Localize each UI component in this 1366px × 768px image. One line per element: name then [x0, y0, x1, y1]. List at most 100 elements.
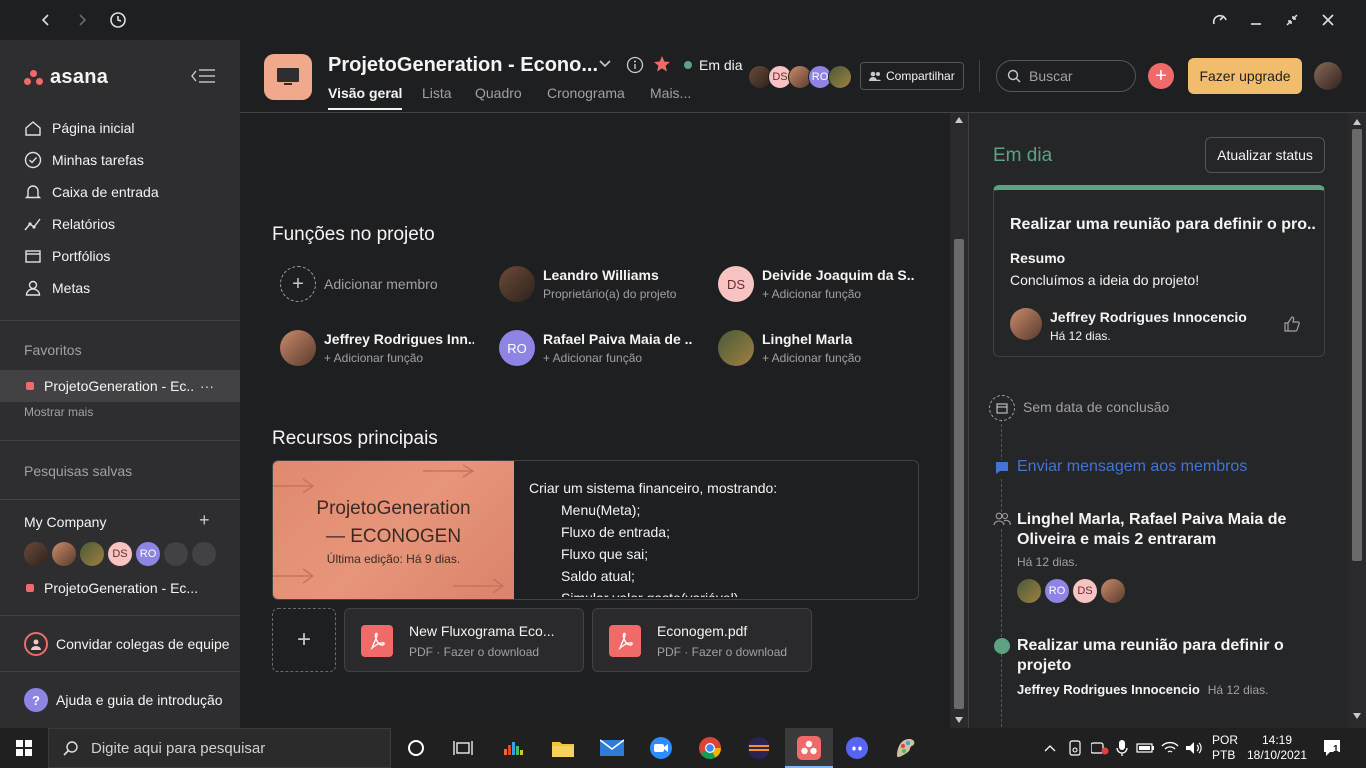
- back-arrow-icon[interactable]: [34, 8, 58, 32]
- member-item[interactable]: DS Deivide Joaquim da S... + Adicionar fu…: [718, 266, 914, 302]
- audio-app-icon[interactable]: [502, 736, 526, 760]
- avatar: [718, 330, 754, 366]
- calendar-icon[interactable]: [989, 395, 1015, 421]
- team-add-icon[interactable]: +: [199, 510, 210, 531]
- message-members-link[interactable]: Enviar mensagem aos membros: [1017, 458, 1247, 476]
- file-explorer-icon[interactable]: [551, 736, 575, 760]
- restore-icon[interactable]: [1280, 8, 1304, 32]
- milestone-author: Jeffrey Rodrigues Innocencio: [1017, 682, 1200, 697]
- nav-goals[interactable]: Metas: [24, 276, 90, 300]
- brand-name: asana: [50, 66, 109, 88]
- scroll-thumb[interactable]: [1352, 129, 1362, 561]
- chevron-down-icon[interactable]: [598, 57, 612, 74]
- tab-timeline[interactable]: Cronograma: [547, 85, 625, 101]
- team-project-item[interactable]: ProjetoGeneration - Ec...: [26, 580, 198, 596]
- keyboard-layout: PTB: [1212, 748, 1236, 762]
- add-resource-button[interactable]: +: [272, 608, 336, 672]
- share-label: Compartilhar: [886, 69, 955, 83]
- title-bar: [0, 0, 1366, 40]
- eclipse-icon[interactable]: [747, 736, 771, 760]
- update-status-button[interactable]: Atualizar status: [1205, 137, 1325, 173]
- show-more-link[interactable]: Mostrar mais: [24, 405, 93, 419]
- main-scrollbar[interactable]: [950, 113, 968, 728]
- scroll-up-arrow[interactable]: [1353, 119, 1361, 125]
- info-icon[interactable]: [626, 56, 644, 77]
- quick-add-button[interactable]: +: [1148, 63, 1174, 89]
- nav-my-tasks[interactable]: Minhas tarefas: [24, 148, 144, 172]
- history-clock-icon[interactable]: [106, 8, 130, 32]
- favorites-label[interactable]: Favoritos: [24, 342, 82, 358]
- zoom-icon[interactable]: [649, 736, 673, 760]
- due-date-label[interactable]: Sem data de conclusão: [1023, 399, 1169, 415]
- project-members[interactable]: DS RO: [748, 65, 852, 89]
- close-icon[interactable]: [1316, 8, 1340, 32]
- scroll-down-arrow[interactable]: [955, 717, 963, 723]
- panel-scrollbar[interactable]: [1348, 113, 1366, 728]
- battery-icon[interactable]: [1136, 736, 1156, 760]
- project-title[interactable]: ProjetoGeneration - Econo...: [328, 54, 598, 77]
- add-member-button[interactable]: + Adicionar membro: [280, 266, 438, 302]
- nav-reports[interactable]: Relatórios: [24, 212, 115, 236]
- scroll-up-arrow[interactable]: [955, 117, 963, 123]
- taskbar-search-input[interactable]: Digite aqui para pesquisar: [48, 728, 391, 768]
- tab-overview[interactable]: Visão geral: [328, 85, 403, 110]
- member-item[interactable]: Jeffrey Rodrigues Inn... + Adicionar funç…: [280, 330, 474, 366]
- member-item[interactable]: Leandro Williams Proprietário(a) do proje…: [499, 266, 703, 302]
- wifi-icon[interactable]: [1160, 736, 1180, 760]
- favorite-project-item[interactable]: ProjetoGeneration - Ec... ···: [0, 370, 240, 402]
- notifications-icon[interactable]: 1: [1322, 738, 1342, 761]
- scroll-down-arrow[interactable]: [1353, 713, 1361, 719]
- file-meta: PDF · Fazer o download: [409, 645, 540, 659]
- member-name: Leandro Williams: [543, 267, 659, 283]
- more-options-icon[interactable]: ···: [200, 378, 214, 394]
- forward-arrow-icon[interactable]: [70, 8, 94, 32]
- paint-icon[interactable]: [894, 736, 918, 760]
- member-item[interactable]: RO Rafael Paiva Maia de ... + Adicionar f…: [499, 330, 693, 366]
- saved-searches-label[interactable]: Pesquisas salvas: [24, 463, 132, 479]
- device-icon[interactable]: [1066, 736, 1084, 760]
- chrome-icon[interactable]: [698, 736, 722, 760]
- invite-button[interactable]: Convidar colegas de equipe: [24, 632, 230, 656]
- task-view-icon[interactable]: [451, 736, 475, 760]
- project-icon[interactable]: [264, 54, 312, 100]
- star-icon[interactable]: [653, 55, 671, 76]
- assistant-icon[interactable]: [1208, 8, 1232, 32]
- asana-logo[interactable]: asana: [24, 66, 108, 89]
- bell-icon: [24, 183, 42, 201]
- tab-board[interactable]: Quadro: [475, 85, 522, 101]
- member-item[interactable]: Linghel Marla + Adicionar função: [718, 330, 912, 366]
- tab-more[interactable]: Mais...: [650, 85, 691, 101]
- file-attachment[interactable]: Econogem.pdf PDF · Fazer o download: [592, 608, 812, 672]
- project-brief-card[interactable]: ProjetoGeneration — ECONOGEN Última ediç…: [272, 460, 919, 600]
- asana-taskbar-button[interactable]: [785, 728, 833, 768]
- share-button[interactable]: Compartilhar: [860, 62, 964, 90]
- volume-icon[interactable]: [1184, 736, 1204, 760]
- mail-icon[interactable]: [600, 736, 624, 760]
- nav-home[interactable]: Página inicial: [24, 116, 135, 140]
- nav-portfolios[interactable]: Portfólios: [24, 244, 110, 268]
- language-indicator[interactable]: POR PTB: [1212, 733, 1238, 763]
- user-avatar[interactable]: [1314, 62, 1342, 90]
- nav-inbox[interactable]: Caixa de entrada: [24, 180, 159, 204]
- file-attachment[interactable]: New Fluxograma Eco... PDF · Fazer o down…: [344, 608, 584, 672]
- minimize-icon[interactable]: [1244, 8, 1268, 32]
- cortana-icon[interactable]: [404, 736, 428, 760]
- clock[interactable]: 14:19 18/10/2021: [1246, 733, 1308, 763]
- upgrade-button[interactable]: Fazer upgrade: [1188, 58, 1302, 94]
- show-hidden-icons-chevron[interactable]: [1042, 736, 1058, 760]
- microphone-icon[interactable]: [1114, 736, 1130, 760]
- search-input[interactable]: Buscar: [996, 60, 1136, 92]
- team-members[interactable]: DS RO: [24, 542, 216, 566]
- scroll-thumb[interactable]: [954, 239, 964, 709]
- discord-icon[interactable]: [845, 736, 869, 760]
- milestone-title[interactable]: Realizar uma reunião para definir o proj…: [1017, 636, 1307, 676]
- like-icon[interactable]: [1284, 316, 1300, 335]
- tab-list[interactable]: Lista: [422, 85, 452, 101]
- meet-now-icon[interactable]: [1090, 736, 1110, 760]
- status-update-card[interactable]: Realizar uma reunião para definir o pro.…: [993, 185, 1325, 357]
- collapse-sidebar-icon[interactable]: [190, 66, 216, 89]
- status-badge[interactable]: Em dia: [684, 57, 743, 73]
- help-button[interactable]: ? Ajuda e guia de introdução: [24, 688, 223, 712]
- windows-start-icon[interactable]: [12, 736, 36, 760]
- team-label[interactable]: My Company: [24, 514, 106, 530]
